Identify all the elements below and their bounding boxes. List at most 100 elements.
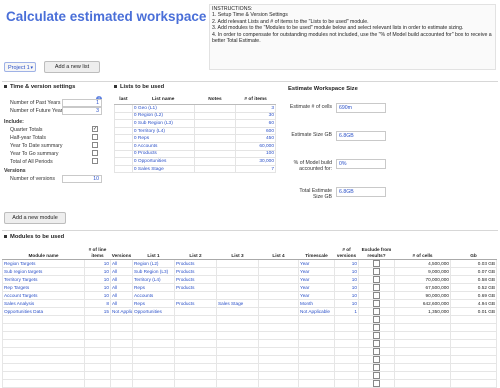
module-name-cell[interactable] bbox=[2, 323, 85, 332]
list4-cell[interactable] bbox=[258, 307, 299, 316]
gb-cell[interactable]: 0.03 GB bbox=[450, 259, 497, 268]
pct-accounted-input[interactable]: 0% bbox=[336, 159, 386, 169]
exclude-checkbox[interactable] bbox=[373, 300, 380, 307]
versions-cell[interactable] bbox=[110, 355, 133, 364]
list1-cell[interactable]: Accounts bbox=[132, 291, 175, 300]
exclude-checkbox[interactable] bbox=[373, 276, 380, 283]
versions-cell[interactable] bbox=[110, 371, 133, 380]
gb-cell[interactable] bbox=[450, 315, 497, 324]
list1-cell[interactable] bbox=[132, 363, 175, 372]
list-last-cell[interactable] bbox=[114, 157, 133, 166]
module-row-empty[interactable] bbox=[2, 339, 497, 348]
list2-cell[interactable] bbox=[174, 323, 217, 332]
list-last-cell[interactable] bbox=[114, 119, 133, 128]
list-items-cell[interactable]: 600 bbox=[235, 126, 276, 136]
list-row[interactable]: 0 Products 100 bbox=[114, 149, 276, 159]
versions-cell[interactable]: All bbox=[110, 267, 133, 276]
versions-cell[interactable] bbox=[110, 339, 133, 348]
versions-cell[interactable]: All bbox=[110, 259, 133, 268]
list4-cell[interactable] bbox=[258, 371, 299, 380]
module-row-empty[interactable] bbox=[2, 363, 497, 372]
list1-cell[interactable]: Territory (L4) bbox=[132, 275, 175, 284]
include-ytd-checkbox[interactable] bbox=[92, 142, 98, 148]
versions-cell[interactable]: All bbox=[110, 283, 133, 292]
line-items-cell[interactable] bbox=[84, 363, 111, 372]
module-name-cell[interactable]: Sub region targets bbox=[2, 267, 85, 276]
collapse-icon[interactable] bbox=[4, 84, 7, 88]
list4-cell[interactable] bbox=[258, 379, 299, 388]
list1-cell[interactable]: Region (L2) bbox=[132, 259, 175, 268]
gb-cell[interactable] bbox=[450, 379, 497, 388]
list-name-cell[interactable]: 0 Territory (L4) bbox=[131, 126, 195, 136]
list-name-cell[interactable]: 0 Region (L2) bbox=[131, 111, 195, 121]
list-items-cell[interactable]: 30,000 bbox=[235, 157, 276, 166]
list2-cell[interactable] bbox=[174, 347, 217, 356]
list-row[interactable]: 0 Geo (L1) 3 bbox=[114, 104, 276, 113]
list2-cell[interactable] bbox=[174, 315, 217, 324]
module-name-cell[interactable]: Region Targets bbox=[2, 259, 85, 268]
exclude-cell[interactable] bbox=[358, 355, 395, 364]
num-versions-cell[interactable]: 10 bbox=[334, 267, 359, 276]
exclude-cell[interactable] bbox=[358, 267, 395, 276]
gb-cell[interactable] bbox=[450, 371, 497, 380]
list-row[interactable]: 0 Region (L2) 30 bbox=[114, 111, 276, 121]
line-items-cell[interactable] bbox=[84, 371, 111, 380]
list-items-cell[interactable]: 60 bbox=[235, 119, 276, 128]
list-name-cell[interactable]: 0 Reps bbox=[131, 134, 195, 143]
num-versions-cell[interactable]: 10 bbox=[334, 283, 359, 292]
list3-cell[interactable] bbox=[216, 291, 259, 300]
list1-cell[interactable] bbox=[132, 379, 175, 388]
include-half-year-checkbox[interactable] bbox=[92, 134, 98, 140]
list2-cell[interactable] bbox=[174, 307, 217, 316]
exclude-checkbox[interactable] bbox=[373, 260, 380, 267]
list-last-cell[interactable] bbox=[114, 141, 133, 151]
list3-cell[interactable] bbox=[216, 339, 259, 348]
list2-cell[interactable]: Products bbox=[174, 275, 217, 284]
gb-cell[interactable]: 0.52 GB bbox=[450, 283, 497, 292]
timescale-cell[interactable] bbox=[298, 371, 335, 380]
cells-cell[interactable]: 67,500,000 bbox=[394, 283, 451, 292]
exclude-checkbox[interactable] bbox=[373, 316, 380, 323]
cells-cell[interactable]: 9,000,000 bbox=[394, 267, 451, 276]
line-items-cell[interactable]: 8 bbox=[84, 299, 111, 308]
gb-cell[interactable]: 4.94 GB bbox=[450, 299, 497, 308]
list4-cell[interactable] bbox=[258, 267, 299, 276]
module-name-cell[interactable] bbox=[2, 379, 85, 388]
list-name-cell[interactable]: 0 Sales Stage bbox=[131, 164, 195, 174]
list3-cell[interactable] bbox=[216, 347, 259, 356]
module-name-cell[interactable] bbox=[2, 315, 85, 324]
list2-cell[interactable] bbox=[174, 371, 217, 380]
versions-cell[interactable] bbox=[110, 363, 133, 372]
list1-cell[interactable] bbox=[132, 339, 175, 348]
line-items-cell[interactable] bbox=[84, 347, 111, 356]
module-name-cell[interactable] bbox=[2, 363, 85, 372]
module-row-empty[interactable] bbox=[2, 379, 497, 388]
line-items-cell[interactable] bbox=[84, 355, 111, 364]
num-versions-cell[interactable] bbox=[334, 323, 359, 332]
list1-cell[interactable] bbox=[132, 371, 175, 380]
module-row[interactable]: Sales Analysis 8 All Reps Products Sales Stag… bbox=[2, 299, 497, 308]
module-row[interactable]: Account Targets 10 All Accounts Year 10 90,000… bbox=[2, 291, 497, 300]
timescale-cell[interactable] bbox=[298, 363, 335, 372]
module-row[interactable]: Region Targets 10 All Region (L2) Products Ye… bbox=[2, 259, 497, 268]
list2-cell[interactable] bbox=[174, 339, 217, 348]
exclude-cell[interactable] bbox=[358, 371, 395, 380]
list3-cell[interactable] bbox=[216, 315, 259, 324]
list4-cell[interactable] bbox=[258, 347, 299, 356]
list-last-cell[interactable] bbox=[114, 111, 133, 121]
exclude-cell[interactable] bbox=[358, 379, 395, 388]
list-name-cell[interactable]: 0 Geo (L1) bbox=[131, 104, 195, 113]
line-items-cell[interactable]: 10 bbox=[84, 267, 111, 276]
exclude-cell[interactable] bbox=[358, 315, 395, 324]
exclude-checkbox[interactable] bbox=[373, 372, 380, 379]
list1-cell[interactable] bbox=[132, 315, 175, 324]
module-name-cell[interactable]: Sales Analysis bbox=[2, 299, 85, 308]
gb-cell[interactable] bbox=[450, 363, 497, 372]
timescale-cell[interactable] bbox=[298, 339, 335, 348]
gb-cell[interactable]: 0.69 GB bbox=[450, 291, 497, 300]
list-last-cell[interactable] bbox=[114, 126, 133, 136]
num-versions-cell[interactable] bbox=[334, 347, 359, 356]
module-name-cell[interactable]: Account Targets bbox=[2, 291, 85, 300]
num-versions-cell[interactable] bbox=[334, 371, 359, 380]
module-row-empty[interactable] bbox=[2, 323, 497, 332]
